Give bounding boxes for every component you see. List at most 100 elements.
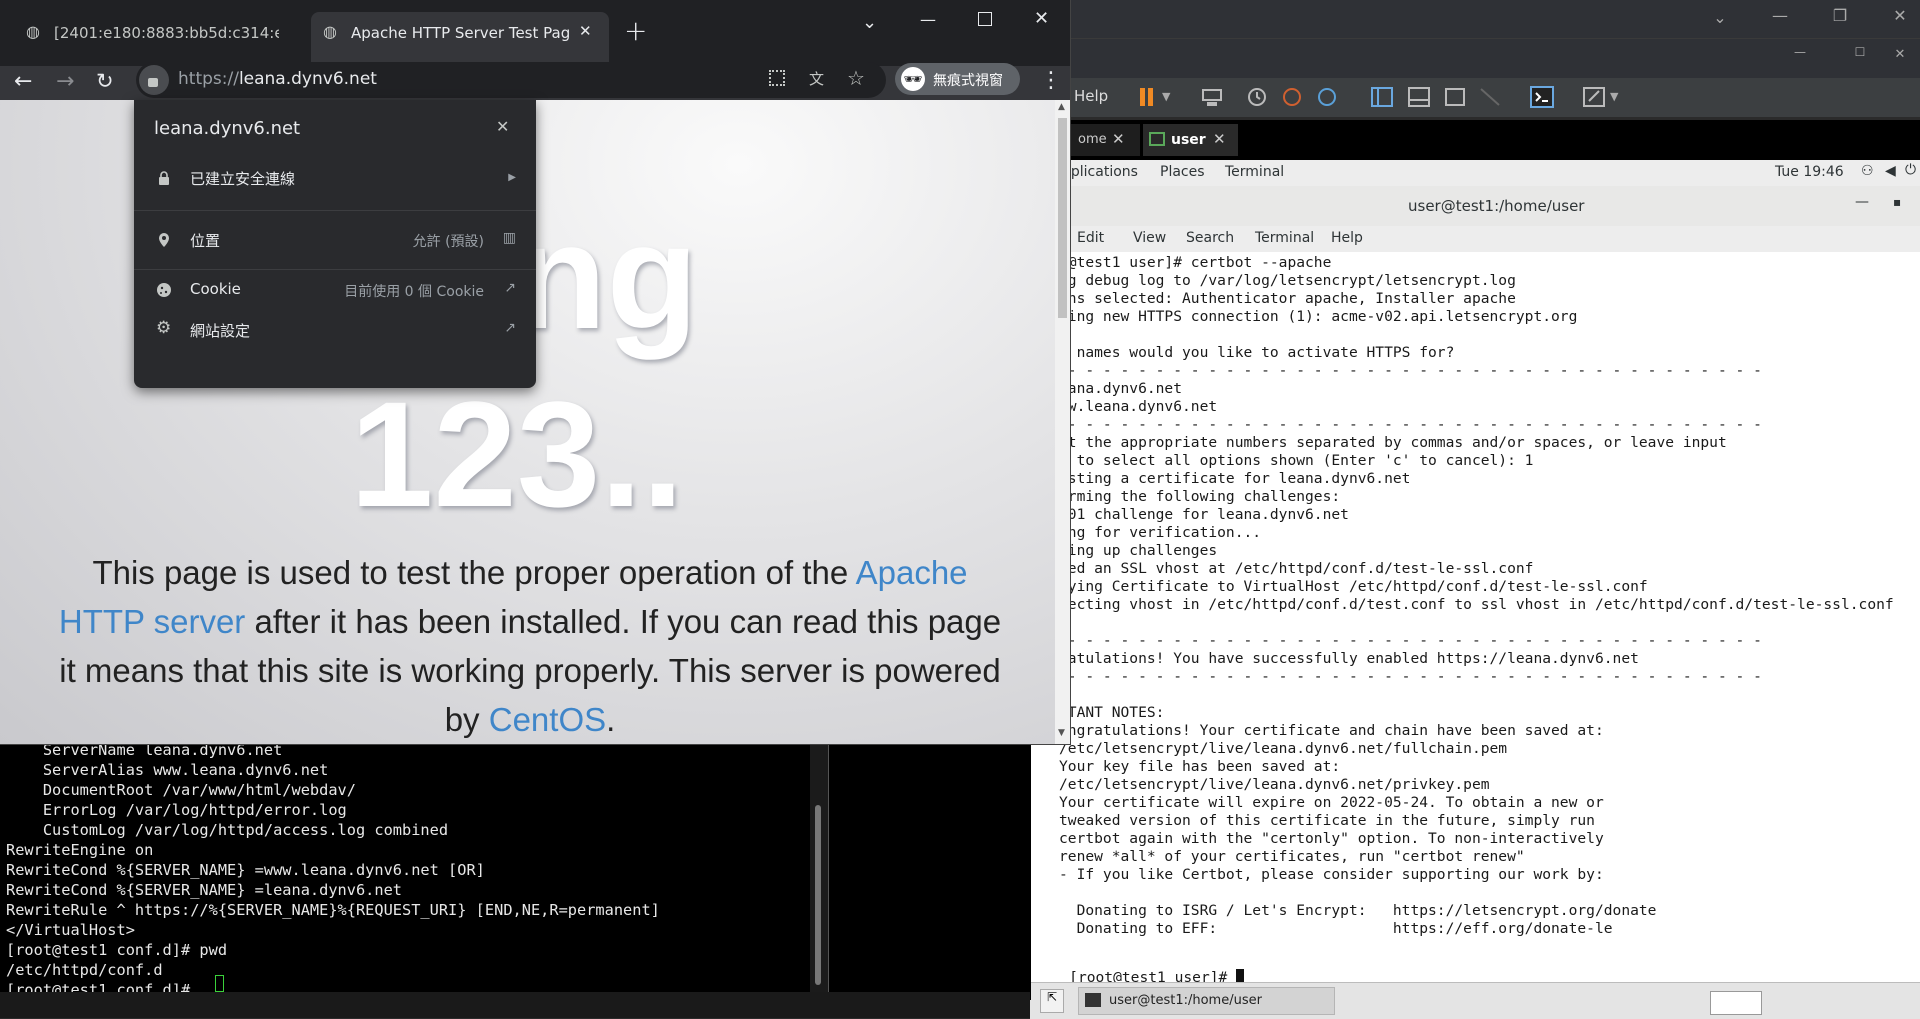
location-permission-value[interactable]: 允許 (預設) — [413, 231, 484, 251]
popup-row-site-settings[interactable]: ⚙ 網站設定 ↗ — [134, 308, 536, 352]
menu-view[interactable]: View — [1133, 230, 1166, 246]
reload-icon[interactable]: ↻ — [96, 69, 114, 93]
vm-outer-titlebar: ⌄ — ❐ ✕ — [1070, 0, 1920, 38]
forward-icon[interactable]: → — [56, 69, 74, 94]
places-menu[interactable]: Places — [1160, 164, 1205, 180]
maximize-icon[interactable] — [978, 12, 992, 26]
close-icon[interactable]: ✕ — [1112, 130, 1125, 148]
bottom-strip — [0, 992, 1030, 1018]
new-tab-button[interactable]: + — [624, 14, 647, 47]
popup-row-cookie[interactable]: Cookie 目前使用 0 個 Cookie ↗ — [134, 268, 536, 312]
lock-icon — [148, 78, 158, 87]
terminal-menu[interactable]: Terminal — [1225, 164, 1284, 180]
manage-snapshots-icon[interactable] — [1315, 86, 1339, 108]
centos-link[interactable]: CentOS — [489, 701, 606, 738]
applications-menu[interactable]: pplications — [1062, 164, 1138, 180]
unity-icon[interactable] — [1478, 86, 1502, 108]
sidebar-icon[interactable] — [1370, 86, 1394, 108]
terminal-menubar: Edit View Search Terminal Help — [1055, 226, 1920, 252]
page-paragraph: This page is used to test the proper ope… — [58, 554, 1002, 738]
console-icon[interactable] — [1530, 86, 1554, 108]
minimize-icon[interactable]: — — [920, 10, 936, 29]
external-link-icon: ↗ — [504, 320, 516, 336]
minimize-icon[interactable]: — — [1855, 194, 1869, 210]
url[interactable]: https://leana.dynv6.net — [178, 69, 377, 89]
terminal-cursor — [215, 975, 224, 992]
scrollbar-thumb[interactable] — [815, 805, 821, 985]
thumbnail-icon[interactable] — [1407, 86, 1431, 108]
minimize-icon[interactable]: — — [1780, 45, 1820, 59]
page-heading-line2: 123.. — [350, 370, 684, 538]
popup-row-location[interactable]: 位置 允許 (預設) ▥ — [134, 218, 536, 262]
revert-icon[interactable] — [1280, 86, 1304, 108]
power-icon[interactable]: ⏻ — [1905, 162, 1916, 178]
globe-icon: ◍ — [323, 22, 337, 41]
show-desktop-icon[interactable]: ⇱ — [1040, 989, 1064, 1013]
lock-icon — [156, 170, 172, 186]
cookie-icon — [156, 282, 172, 298]
chevron-down-icon[interactable]: ▼ — [1610, 90, 1634, 112]
pause-icon[interactable] — [1135, 86, 1159, 108]
tab-ipv6[interactable]: ◍ [2401:e180:8883:bb5d:c314:ee — [10, 12, 310, 54]
incognito-icon: 🕶 — [901, 67, 925, 91]
back-icon[interactable]: ← — [14, 69, 32, 94]
terminal-icon — [1085, 993, 1101, 1007]
chevron-down-icon[interactable]: ⌄ — [862, 12, 877, 33]
maximize-icon[interactable]: ▪ — [1893, 195, 1901, 209]
terminal-output: t@test1 user]# certbot --apache ng debug… — [1059, 254, 1894, 937]
terminal-titlebar: user@test1:/home/user — ▪ — [1055, 186, 1920, 227]
globe-icon: ◍ — [26, 22, 40, 41]
gnome-top-bar: pplications Places Terminal Tue 19:46 ⚇ … — [1055, 160, 1920, 187]
omnibox[interactable]: https://leana.dynv6.net 文 ☆ — [136, 62, 886, 98]
page-scrollbar[interactable]: ▲ ▼ — [1055, 100, 1070, 744]
close-icon[interactable]: ✕ — [1213, 130, 1226, 148]
chevron-down-icon[interactable]: ▼ — [1162, 90, 1186, 112]
site-info-popup: leana.dynv6.net ✕ 已建立安全連線 ▶ 位置 允許 (預設) ▥… — [134, 100, 536, 388]
close-icon[interactable]: ✕ — [1880, 6, 1920, 25]
tab-strip: ◍ [2401:e180:8883:bb5d:c314:ee ◍ Apache … — [0, 0, 1070, 66]
help-menu[interactable]: Help — [1074, 87, 1108, 105]
left-terminal[interactable]: ServerName leana.dynv6.net ServerAlias w… — [0, 740, 810, 999]
vm-inner-titlebar: — ☐ ✕ — [1070, 38, 1920, 79]
chevron-down-icon[interactable]: ⌄ — [1700, 8, 1740, 27]
stretch-icon[interactable] — [1582, 86, 1606, 108]
star-icon[interactable]: ☆ — [847, 66, 865, 90]
snapshot-icon[interactable] — [1245, 86, 1269, 108]
menu-icon[interactable]: ⋮ — [1040, 68, 1062, 93]
workspace-switcher[interactable] — [1710, 991, 1762, 1015]
qr-code-icon[interactable] — [769, 70, 785, 86]
close-icon[interactable]: ✕ — [496, 117, 509, 136]
fullscreen-icon[interactable] — [1443, 86, 1467, 108]
menu-help[interactable]: Help — [1331, 230, 1363, 246]
scroll-up-icon[interactable]: ▲ — [1058, 102, 1065, 112]
menu-terminal[interactable]: Terminal — [1255, 230, 1314, 246]
taskbar-item-terminal[interactable]: user@test1:/home/user — [1078, 987, 1335, 1015]
maximize-icon[interactable]: ☐ — [1840, 45, 1880, 59]
terminal-output: ServerName leana.dynv6.net ServerAlias w… — [6, 741, 660, 999]
popup-host: leana.dynv6.net — [154, 118, 301, 139]
terminal-scrollbar[interactable] — [810, 740, 828, 992]
incognito-badge[interactable]: 🕶 無痕式視窗 — [895, 63, 1020, 95]
scroll-down-icon[interactable]: ▼ — [1058, 728, 1065, 738]
close-icon[interactable]: ✕ — [579, 22, 592, 40]
send-keys-icon[interactable] — [1200, 86, 1224, 108]
menu-edit[interactable]: Edit — [1077, 230, 1104, 246]
popup-row-secure[interactable]: 已建立安全連線 ▶ — [134, 156, 536, 200]
vm-toolbar: Help ▼ ▼ — [1070, 78, 1920, 117]
right-terminal[interactable]: t@test1 user]# certbot --apache ng debug… — [1030, 252, 1920, 986]
menu-search[interactable]: Search — [1186, 230, 1234, 246]
vm-tab-home[interactable]: ome ✕ — [1070, 124, 1140, 156]
translate-icon[interactable]: 文 — [809, 68, 824, 89]
site-info-button[interactable] — [139, 65, 169, 95]
close-icon[interactable]: ✕ — [1034, 8, 1049, 29]
scrollbar-thumb[interactable] — [1058, 118, 1067, 318]
minimize-icon[interactable]: — — [1760, 6, 1800, 25]
clock[interactable]: Tue 19:46 — [1775, 164, 1844, 180]
volume-icon[interactable]: ◀ — [1885, 163, 1896, 179]
restore-icon[interactable]: ❐ — [1820, 6, 1860, 25]
close-icon[interactable]: ✕ — [1880, 47, 1920, 62]
network-icon[interactable]: ⚇ — [1861, 163, 1874, 179]
chevron-right-icon: ▶ — [508, 172, 516, 183]
tab-apache-test[interactable]: ◍ Apache HTTP Server Test Page p ✕ — [311, 12, 609, 66]
vm-tab-user[interactable]: user ✕ — [1143, 124, 1238, 156]
